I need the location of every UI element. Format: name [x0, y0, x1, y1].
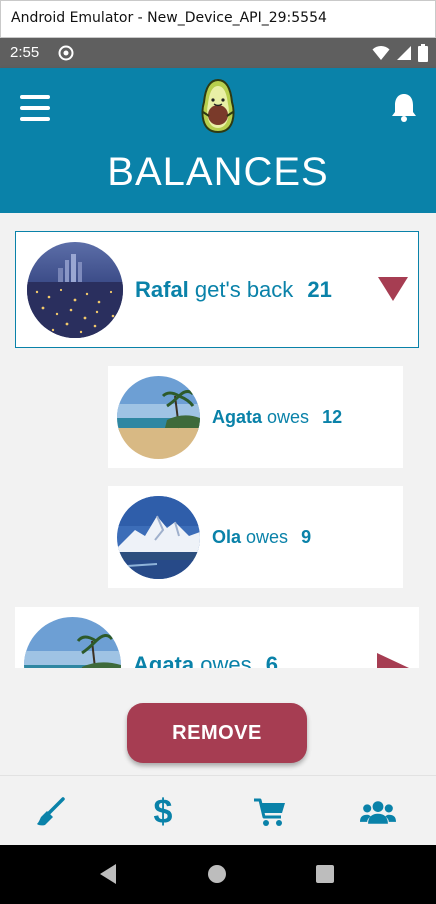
home-icon[interactable]: [207, 863, 227, 889]
avatar: [117, 376, 200, 459]
avocado-icon: [199, 78, 237, 138]
app-bar: BALANCES: [0, 68, 436, 213]
avatar: [117, 496, 200, 579]
person-name: Agata: [212, 407, 263, 427]
balance-text: Rafal get's back 21: [135, 277, 332, 303]
balance-amount: 21: [307, 277, 332, 302]
page-title: BALANCES: [107, 150, 329, 194]
person-name: Rafal: [135, 277, 189, 302]
balance-amount: 12: [322, 407, 343, 427]
signal-icon: [397, 46, 411, 60]
avatar: [27, 242, 123, 338]
android-nav-bar: [0, 845, 436, 904]
status-icons: [372, 44, 428, 62]
balance-text: Agata owes 12: [212, 407, 342, 428]
group-icon[interactable]: [360, 794, 396, 830]
balances-list[interactable]: Rafal get's back 21 Agata owes 12 Ola ow…: [0, 213, 436, 775]
balance-verb: get's back: [194, 277, 294, 302]
dollar-icon[interactable]: $: [145, 794, 181, 830]
balance-text: Ola owes 9: [212, 527, 311, 548]
wifi-icon: [372, 45, 390, 60]
person-name: Ola: [212, 527, 242, 547]
back-icon[interactable]: [98, 863, 118, 889]
balance-amount: 9: [301, 527, 312, 547]
status-bar: 2:55: [0, 38, 436, 68]
window-title: Android Emulator - New_Device_API_29:555…: [11, 10, 327, 26]
emulator-titlebar: Android Emulator - New_Device_API_29:555…: [0, 0, 436, 38]
menu-icon[interactable]: [20, 95, 50, 121]
sync-icon: [58, 45, 74, 65]
collapse-triangle-icon[interactable]: [378, 277, 408, 305]
balance-subcard-agata[interactable]: Agata owes 12: [108, 366, 403, 468]
balance-verb: owes: [267, 407, 310, 427]
bottom-nav: $: [0, 775, 436, 845]
bell-icon[interactable]: [391, 92, 417, 126]
broom-icon[interactable]: [32, 794, 68, 830]
balance-subcard-ola[interactable]: Ola owes 9: [108, 486, 403, 588]
status-time: 2:55: [10, 44, 40, 61]
battery-icon: [418, 44, 428, 62]
remove-button[interactable]: REMOVE: [127, 703, 307, 763]
cart-icon[interactable]: [252, 794, 288, 830]
balance-verb: owes: [246, 527, 289, 547]
balance-card-rafal[interactable]: Rafal get's back 21: [15, 231, 419, 348]
recents-icon[interactable]: [315, 863, 335, 889]
